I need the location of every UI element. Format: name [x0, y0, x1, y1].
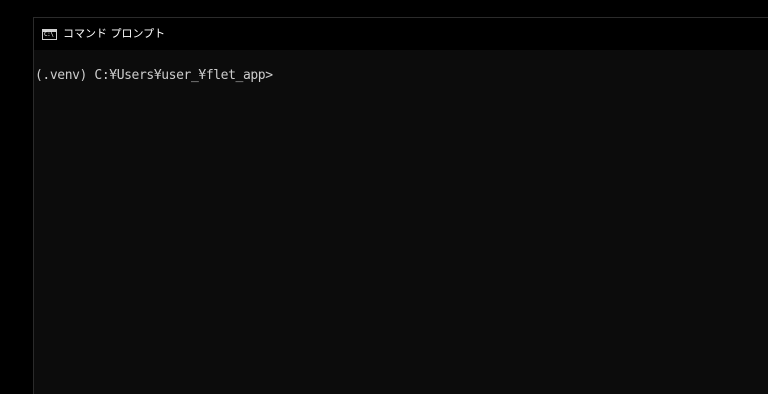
console-output-area[interactable]: (.venv) C:¥Users¥user_¥flet_app> — [34, 50, 768, 394]
desktop-background: C:\ コマンド プロンプト (.venv) C:¥Users¥user_¥fl… — [0, 0, 768, 394]
window-title: コマンド プロンプト — [63, 27, 166, 40]
title-bar[interactable]: C:\ コマンド プロンプト — [34, 18, 768, 50]
console-prompt-line[interactable]: (.venv) C:¥Users¥user_¥flet_app> — [35, 68, 273, 84]
command-prompt-window[interactable]: C:\ コマンド プロンプト (.venv) C:¥Users¥user_¥fl… — [33, 17, 768, 394]
console-app-icon[interactable]: C:\ — [42, 28, 57, 40]
console-app-icon-text: C:\ — [44, 30, 54, 38]
